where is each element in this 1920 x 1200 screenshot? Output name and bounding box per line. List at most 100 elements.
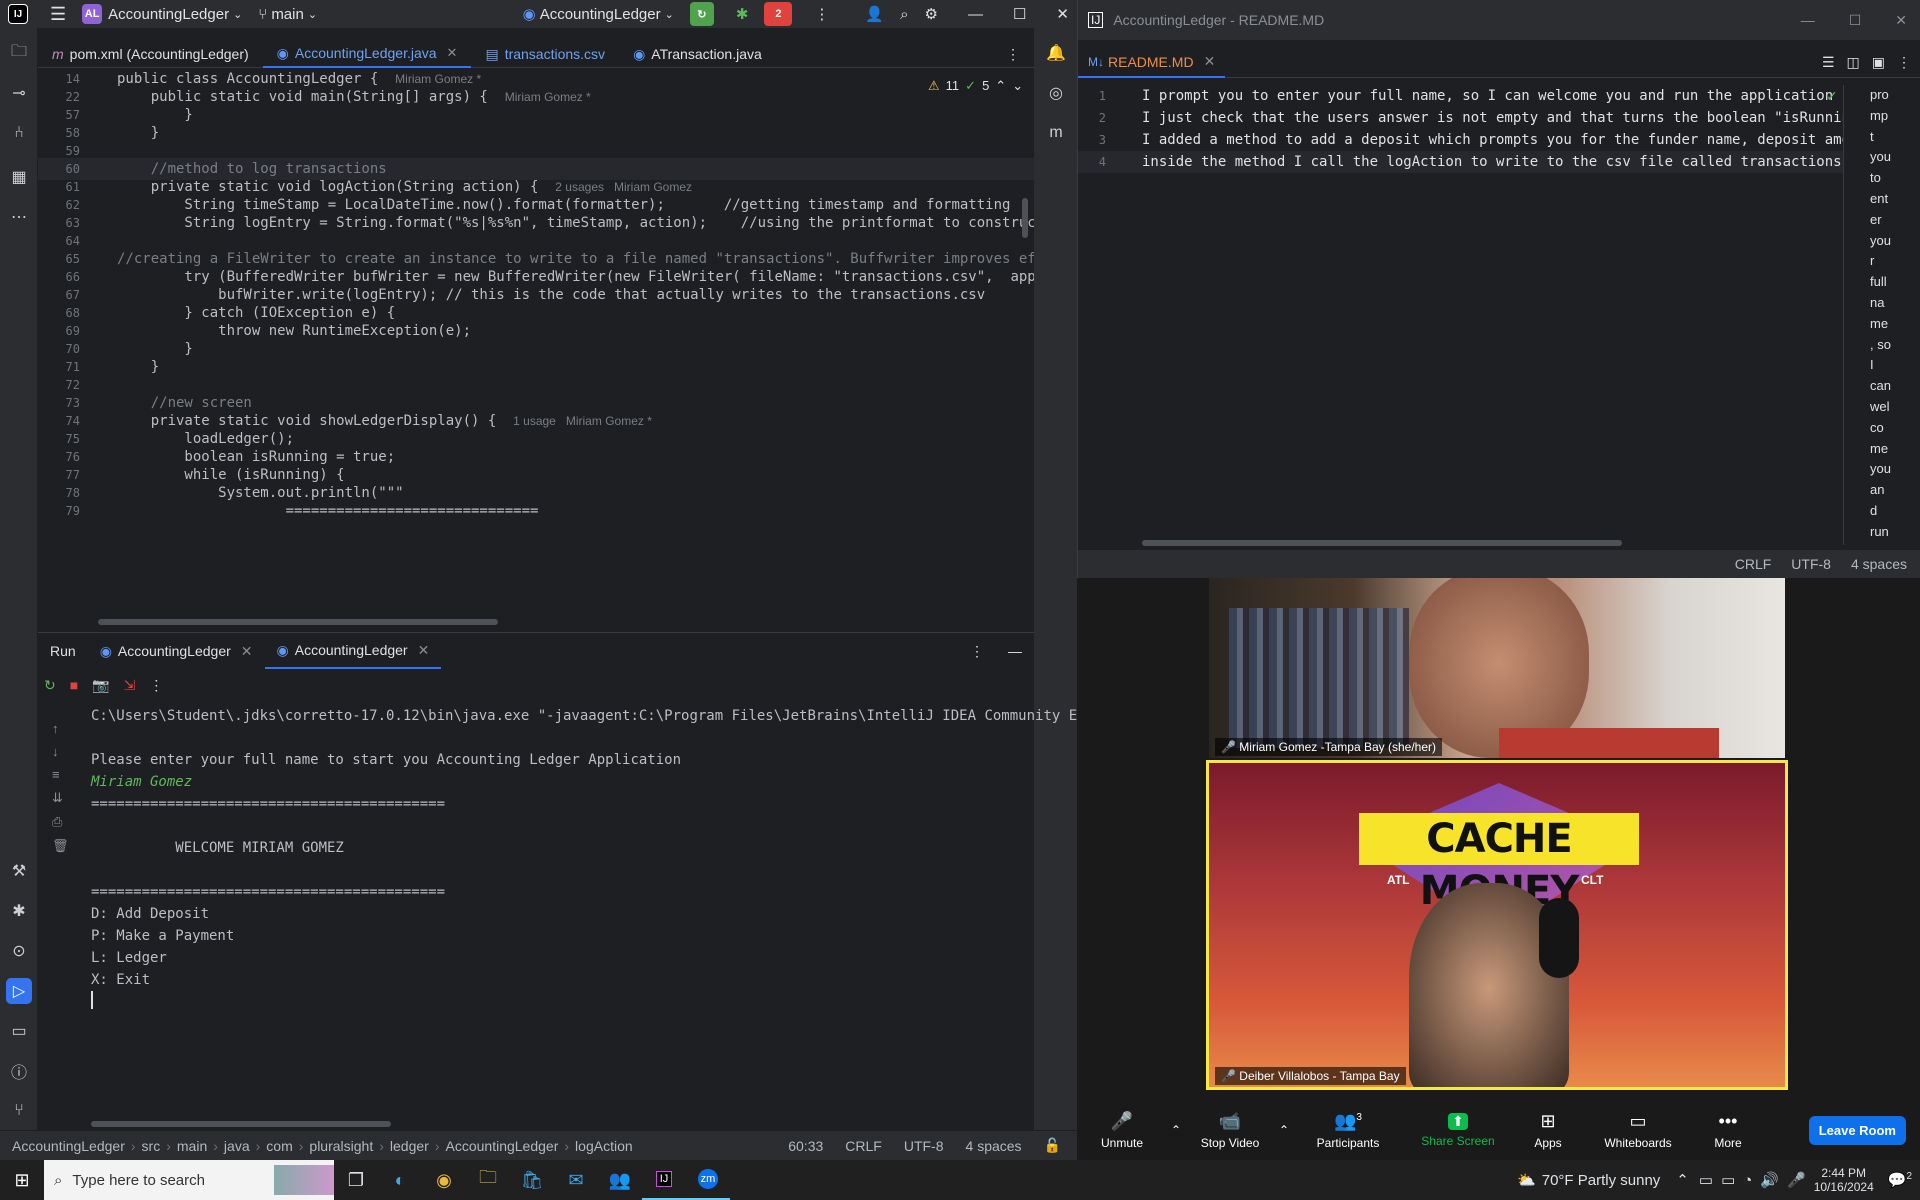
pull-request-icon[interactable]: ⑃ [6,120,32,146]
zoom-taskbar-icon[interactable]: zm [686,1160,730,1200]
minimize-icon[interactable]: — [1801,12,1815,28]
chrome-icon[interactable]: ◉ [422,1160,466,1200]
build-hammer-icon[interactable]: ⚒ [6,858,32,884]
battery-icon[interactable]: ▭ [1721,1171,1735,1189]
indent-setting[interactable]: 4 spaces [1851,556,1907,572]
apps-button[interactable]: ⊞ Apps [1513,1111,1583,1150]
console-scrollbar[interactable] [91,1121,391,1127]
close-tab-icon[interactable]: ✕ [447,45,458,61]
scroll-to-end-icon[interactable]: ⇊ [52,790,69,806]
console-output[interactable]: C:\Users\Student\.jdks\corretto-17.0.12\… [91,705,1077,1115]
task-view-icon[interactable]: ❐ [334,1160,378,1200]
code-vision-hint[interactable]: 2 usages Miriam Gomez [555,180,692,194]
network-icon[interactable]: ▭ [1699,1171,1713,1189]
line-separator[interactable]: CRLF [1735,556,1772,572]
breadcrumb-item[interactable]: src [142,1138,161,1154]
more-icon[interactable]: ⋮ [149,677,163,694]
close-tab-icon[interactable]: ✕ [418,642,430,659]
markdown-line[interactable]: 1 I prompt you to enter your full name, s… [1078,85,1843,107]
debug-button[interactable]: ✱ [728,0,757,28]
breadcrumb-item[interactable]: ledger [390,1138,429,1154]
markdown-line[interactable]: 3 I added a method to add a deposit which… [1078,129,1843,151]
git-icon[interactable]: ⑂ [6,1098,32,1124]
breadcrumb-item[interactable]: java [224,1138,250,1154]
markdown-preview[interactable]: pro mp t you to ent er you r full na me , so Ican wel c… [1843,85,1920,545]
mail-icon[interactable]: ✉ [554,1160,598,1200]
microphone-icon[interactable]: 🎤 [1787,1171,1806,1189]
file-encoding[interactable]: UTF-8 [904,1138,944,1154]
tab-readme[interactable]: M↓ README.MD ✕ [1078,48,1226,78]
close-window-icon[interactable]: ✕ [1895,12,1907,29]
stop-button[interactable]: 2 [756,0,806,28]
horizontal-scrollbar[interactable] [98,619,498,625]
breadcrumb-item[interactable]: AccountingLedger [12,1138,125,1154]
audio-options-chevron[interactable]: ⌃ [1167,1123,1185,1137]
share-screen-button[interactable]: ⬆ Share Screen [1403,1112,1513,1148]
code-vision-hint[interactable]: 1 usage Miriam Gomez * [513,414,652,428]
search-icon[interactable]: ⌕ [892,0,916,28]
tab-accountingledger-java[interactable]: ◉ AccountingLedger.java ✕ [262,40,472,68]
notification-center-icon[interactable]: 💬2 [1888,1171,1912,1189]
soft-wrap-icon[interactable]: ≡ [52,767,69,782]
project-selector[interactable]: AL AccountingLedger ⌄ [74,0,250,28]
indent-setting[interactable]: 4 spaces [966,1138,1022,1154]
project-folder-icon[interactable]: 🗀 [6,40,32,66]
add-user-icon[interactable]: 👤 [857,0,892,28]
unmute-button[interactable]: 🎤 Unmute [1077,1111,1167,1150]
print-icon[interactable]: ⎙ [52,814,69,830]
close-window-icon[interactable]: ✕ [1048,0,1077,28]
rerun-icon[interactable]: ↻ [44,677,56,694]
tab-atransaction-java[interactable]: ◉ ATransaction.java [619,40,776,68]
more-icon[interactable]: ⋮ [1897,54,1911,71]
commit-icon[interactable]: ⊸ [6,80,32,106]
tab-transactions-csv[interactable]: ▤ transactions.csv [471,40,619,68]
file-encoding[interactable]: UTF-8 [1791,556,1831,572]
run-options-icon[interactable]: ⋮ [958,633,996,669]
code-vision-hint[interactable]: Miriam Gomez * [505,90,591,104]
branch-selector[interactable]: ⑂ main ⌄ [250,0,325,28]
intellij-taskbar-icon[interactable]: IJ [642,1160,686,1200]
breadcrumb-item[interactable]: com [266,1138,292,1154]
stop-icon[interactable]: ■ [70,677,78,694]
breadcrumb-item[interactable]: pluralsight [309,1138,373,1154]
camera-icon[interactable]: 📷 [92,677,109,694]
more-button[interactable]: ••• More [1693,1111,1763,1150]
split-view-icon[interactable]: ◫ [1847,54,1860,71]
participant-video-1[interactable]: 🎤 Miriam Gomez -Tampa Bay (she/her) [1209,578,1785,758]
terminal-icon[interactable]: ▭ [6,1018,32,1044]
close-tab-icon[interactable]: ✕ [1204,53,1216,70]
markdown-line[interactable]: 4 inside the method I call the logAction … [1078,151,1843,173]
main-menu-icon[interactable]: ☰ [42,0,74,28]
run-config-selector[interactable]: ◉ AccountingLedger ⌄ [515,0,682,28]
clock[interactable]: 2:44 PM 10/16/2024 [1814,1166,1874,1194]
tray-chevron-icon[interactable]: ⌃ [1676,1171,1689,1189]
breadcrumb-item[interactable]: main [177,1138,207,1154]
more-tools-icon[interactable]: ⋯ [6,204,32,230]
video-options-chevron[interactable]: ⌃ [1275,1123,1293,1137]
notifications-bell-icon[interactable]: 🔔 [1043,40,1069,66]
rerun-button[interactable]: ↻ [682,0,728,28]
markdown-editor[interactable]: 1 I prompt you to enter your full name, s… [1078,85,1843,540]
code-line[interactable]: 79 ============================== [38,500,1034,522]
tab-options-icon[interactable]: ⋮ [992,40,1034,68]
maximize-icon[interactable]: ☐ [1849,12,1862,29]
maven-icon[interactable]: m [1043,120,1069,146]
debug-bug-icon[interactable]: ✱ [6,898,32,924]
lock-icon[interactable]: 🔓 [1044,1137,1061,1154]
more-actions-icon[interactable]: ⋮ [806,0,837,28]
structure-icon[interactable]: ▦ [6,164,32,190]
close-tab-icon[interactable]: ✕ [241,643,253,660]
code-vision-hint[interactable]: Miriam Gomez * [395,72,481,86]
volume-icon[interactable]: 🔊 [1760,1171,1779,1189]
markdown-line[interactable]: 2 I just check that the users answer is n… [1078,107,1843,129]
leave-room-button[interactable]: Leave Room [1808,1115,1906,1145]
tab-pom-xml[interactable]: m pom.xml (AccountingLedger) [38,40,263,68]
hide-panel-icon[interactable]: — [996,633,1034,669]
settings-gear-icon[interactable]: ⚙ [917,0,946,28]
services-icon[interactable]: ⊙ [6,938,32,964]
cursor-position[interactable]: 60:33 [788,1138,823,1154]
ai-assistant-icon[interactable]: ◎ [1043,80,1069,106]
whiteboards-button[interactable]: ▭ Whiteboards [1583,1111,1693,1150]
breadcrumb-item[interactable]: AccountingLedger [446,1138,559,1154]
horizontal-scrollbar[interactable] [1142,540,1622,546]
